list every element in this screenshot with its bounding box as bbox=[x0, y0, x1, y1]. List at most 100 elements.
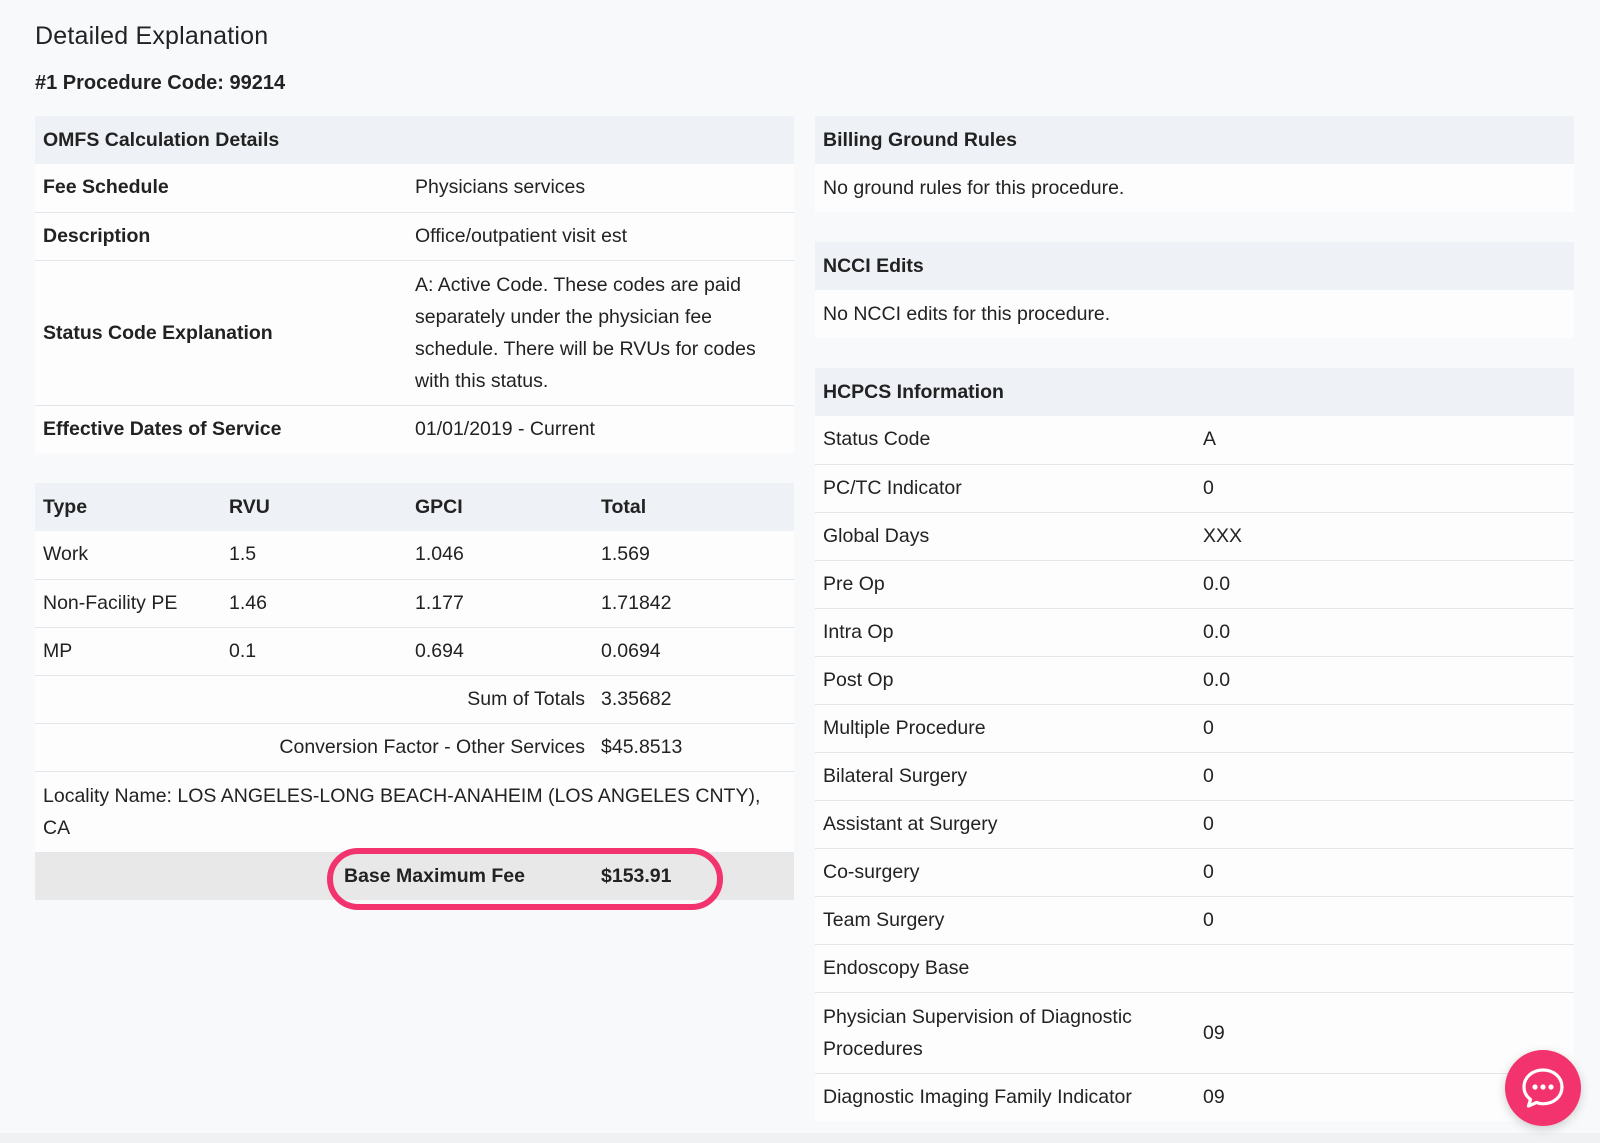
row-label: Effective Dates of Service bbox=[35, 404, 407, 453]
row-value: XXX bbox=[1195, 511, 1574, 560]
ncci-edits-table: NCCI Edits No NCCI edits for this proced… bbox=[815, 242, 1574, 338]
billing-header: Billing Ground Rules bbox=[823, 128, 1017, 151]
table-row: Status Code A bbox=[815, 416, 1574, 464]
cell-total: 1.569 bbox=[601, 543, 650, 566]
table-row: Physician Supervision of Diagnostic Proc… bbox=[815, 991, 1574, 1073]
row-value: A bbox=[1203, 428, 1217, 451]
base-fee-row: Base Maximum Fee $153.91 bbox=[35, 851, 794, 900]
row-value: 0 bbox=[1195, 799, 1574, 848]
row-value: Physicians services bbox=[415, 176, 586, 199]
ncci-header-row: NCCI Edits bbox=[815, 242, 1574, 290]
cell-type: Work bbox=[43, 543, 89, 566]
conversion-row: Conversion Factor - Other Services $45.8… bbox=[35, 722, 794, 771]
table-row: Endoscopy Base bbox=[815, 943, 1574, 992]
row-label: Global Days bbox=[815, 511, 1195, 560]
cell-type: MP bbox=[35, 626, 221, 675]
row-label: PC/TC Indicator bbox=[815, 463, 1195, 512]
row-value bbox=[1195, 943, 1574, 992]
hcpcs-table: HCPCS Information Status Code A PC/TC In… bbox=[815, 368, 1574, 1121]
billing-rules-table: Billing Ground Rules No ground rules for… bbox=[815, 116, 1574, 212]
row-label: Endoscopy Base bbox=[815, 943, 1195, 992]
conversion-value: $45.8513 bbox=[593, 722, 794, 771]
table-row: Post Op 0.0 bbox=[815, 655, 1574, 704]
table-row: Co-surgery 0 bbox=[815, 847, 1574, 896]
row-label: Status Code Explanation bbox=[35, 259, 407, 405]
row-label: Diagnostic Imaging Family Indicator bbox=[815, 1072, 1195, 1121]
ncci-text: No NCCI edits for this procedure. bbox=[823, 302, 1111, 325]
table-row: Team Surgery 0 bbox=[815, 895, 1574, 944]
row-label: Multiple Procedure bbox=[815, 703, 1195, 752]
cell-gpci: 0.694 bbox=[407, 626, 593, 675]
row-label: Physician Supervision of Diagnostic Proc… bbox=[815, 991, 1195, 1073]
cell-rvu: 1.46 bbox=[221, 578, 407, 627]
column-header-type: Type bbox=[43, 495, 88, 518]
omfs-calculation-table: OMFS Calculation Details Fee Schedule Ph… bbox=[35, 116, 794, 453]
column-header-gpci: GPCI bbox=[415, 495, 463, 518]
row-value: 0 bbox=[1195, 703, 1574, 752]
row-value: 0.0 bbox=[1195, 655, 1574, 704]
table-row: Non-Facility PE 1.46 1.177 1.71842 bbox=[35, 578, 794, 627]
chat-bubble-icon bbox=[1522, 1068, 1564, 1108]
rvu-header-row: Type RVU GPCI Total bbox=[35, 483, 794, 531]
base-fee-label: Base Maximum Fee bbox=[35, 851, 593, 900]
row-label: Team Surgery bbox=[815, 895, 1195, 944]
table-row: Assistant at Surgery 0 bbox=[815, 799, 1574, 848]
billing-text: No ground rules for this procedure. bbox=[823, 176, 1125, 199]
omfs-header-row: OMFS Calculation Details bbox=[35, 116, 794, 164]
omfs-header: OMFS Calculation Details bbox=[43, 128, 280, 151]
cell-total: 1.71842 bbox=[593, 578, 794, 627]
row-value: 0.0 bbox=[1195, 559, 1574, 608]
table-row: No ground rules for this procedure. bbox=[815, 164, 1574, 212]
cell-gpci: 1.046 bbox=[415, 543, 464, 566]
ncci-header: NCCI Edits bbox=[823, 254, 924, 277]
sum-value: 3.35682 bbox=[593, 674, 794, 723]
sum-label: Sum of Totals bbox=[35, 674, 593, 723]
row-label: Fee Schedule bbox=[43, 176, 169, 199]
row-label: Pre Op bbox=[815, 559, 1195, 608]
table-row: Fee Schedule Physicians services bbox=[35, 164, 794, 212]
bottom-edge bbox=[0, 1133, 1600, 1143]
column-header-rvu: RVU bbox=[229, 495, 270, 518]
table-row: No NCCI edits for this procedure. bbox=[815, 290, 1574, 338]
row-label: Bilateral Surgery bbox=[815, 751, 1195, 800]
row-label: Co-surgery bbox=[815, 847, 1195, 896]
hcpcs-header-row: HCPCS Information bbox=[815, 368, 1574, 416]
table-row: Bilateral Surgery 0 bbox=[815, 751, 1574, 800]
base-fee-value: $153.91 bbox=[593, 851, 794, 900]
table-row: Diagnostic Imaging Family Indicator 09 bbox=[815, 1072, 1574, 1121]
row-value: 0 bbox=[1195, 847, 1574, 896]
conversion-label: Conversion Factor - Other Services bbox=[35, 722, 593, 771]
cell-rvu: 1.5 bbox=[229, 543, 257, 566]
table-row: Work 1.5 1.046 1.569 bbox=[35, 531, 794, 579]
billing-header-row: Billing Ground Rules bbox=[815, 116, 1574, 164]
table-row: Multiple Procedure 0 bbox=[815, 703, 1574, 752]
table-row: Global Days XXX bbox=[815, 511, 1574, 560]
row-value: 0 bbox=[1195, 463, 1574, 512]
table-row: Status Code Explanation A: Active Code. … bbox=[35, 259, 794, 405]
table-row: Pre Op 0.0 bbox=[815, 559, 1574, 608]
cell-rvu: 0.1 bbox=[221, 626, 407, 675]
locality-name: Locality Name: LOS ANGELES-LONG BEACH-AN… bbox=[35, 770, 794, 852]
row-value: 0 bbox=[1195, 751, 1574, 800]
page-title: Detailed Explanation bbox=[35, 22, 269, 50]
row-label: Assistant at Surgery bbox=[815, 799, 1195, 848]
cell-gpci: 1.177 bbox=[407, 578, 593, 627]
row-label: Status Code bbox=[823, 428, 931, 451]
row-value: 01/01/2019 - Current bbox=[407, 404, 794, 453]
table-row: MP 0.1 0.694 0.0694 bbox=[35, 626, 794, 675]
row-value: 0 bbox=[1195, 895, 1574, 944]
row-value: Office/outpatient visit est bbox=[407, 211, 794, 260]
procedure-code-heading: #1 Procedure Code: 99214 bbox=[35, 72, 286, 94]
table-row: Effective Dates of Service 01/01/2019 - … bbox=[35, 404, 794, 453]
right-column: Billing Ground Rules No ground rules for… bbox=[815, 116, 1574, 1121]
table-row: Description Office/outpatient visit est bbox=[35, 211, 794, 260]
chat-button[interactable] bbox=[1505, 1050, 1581, 1126]
left-column: OMFS Calculation Details Fee Schedule Ph… bbox=[35, 116, 794, 900]
sum-row: Sum of Totals 3.35682 bbox=[35, 674, 794, 723]
row-value: 0.0 bbox=[1195, 607, 1574, 656]
row-value: A: Active Code. These codes are paid sep… bbox=[407, 259, 794, 405]
row-label: Intra Op bbox=[815, 607, 1195, 656]
